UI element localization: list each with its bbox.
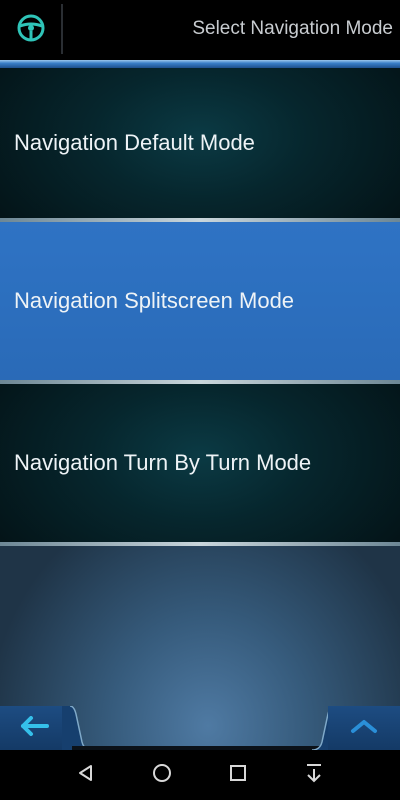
arrow-down-bar-icon: [305, 763, 323, 788]
circle-home-icon: [152, 763, 172, 788]
mode-item-label: Navigation Splitscreen Mode: [14, 288, 295, 313]
system-recents-button[interactable]: [218, 750, 258, 800]
header-divider: [61, 4, 63, 54]
chevron-up-icon: [350, 718, 378, 739]
bar-curve-left: [62, 706, 92, 750]
mode-item-turn-by-turn[interactable]: Navigation Turn By Turn Mode: [0, 384, 400, 542]
mode-item-label: Navigation Default Mode: [14, 130, 255, 155]
mode-item-label: Navigation Turn By Turn Mode: [14, 450, 312, 475]
system-nav-bar: [0, 750, 400, 800]
mode-item-splitscreen[interactable]: Navigation Splitscreen Mode: [0, 222, 400, 380]
system-extra-button[interactable]: [294, 750, 334, 800]
system-back-button[interactable]: [66, 750, 106, 800]
mode-item-default[interactable]: Navigation Default Mode: [0, 68, 400, 218]
screen: Select Navigation Mode Navigation Defaul…: [0, 0, 400, 800]
page-title: Select Navigation Mode: [192, 18, 393, 39]
square-recents-icon: [229, 764, 247, 787]
steering-wheel-icon: [16, 13, 46, 48]
header-bar: Select Navigation Mode: [0, 0, 400, 60]
back-button[interactable]: [0, 706, 70, 750]
arrow-left-icon: [20, 715, 50, 741]
header-accent-line: [0, 60, 400, 68]
scroll-up-button[interactable]: [328, 706, 400, 750]
system-home-button[interactable]: [142, 750, 182, 800]
triangle-back-icon: [77, 764, 95, 787]
steering-wheel-button[interactable]: [0, 0, 62, 60]
